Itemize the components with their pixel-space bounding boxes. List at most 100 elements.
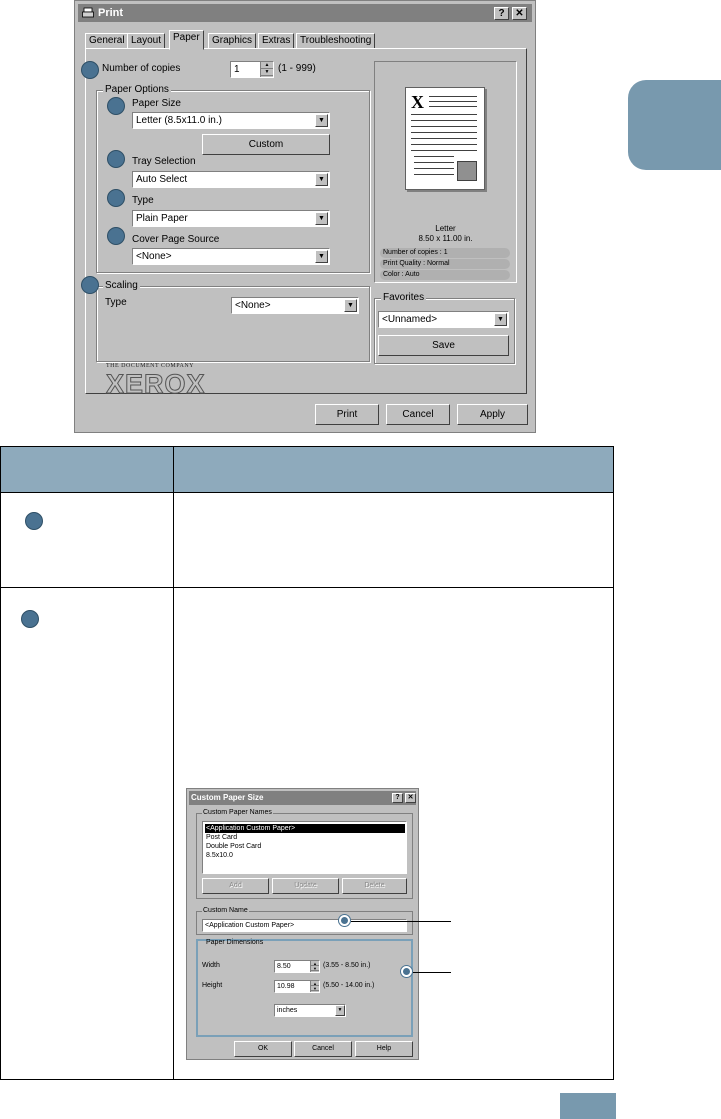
custom-names-group: Custom Paper Names <Application Custom P… xyxy=(196,809,413,899)
chapter-side-tab xyxy=(628,80,721,170)
paper-dimensions-title: Paper Dimensions xyxy=(206,939,264,946)
units-value: inches xyxy=(277,1007,298,1014)
preview-info-color: Color : Auto xyxy=(380,270,510,280)
callout-marker xyxy=(339,915,350,926)
close-button[interactable]: ✕ xyxy=(512,7,527,20)
preview-size-name: Letter xyxy=(435,224,456,233)
height-stepper[interactable]: 10.98 ▲ ▼ xyxy=(274,980,320,993)
stepper-buttons[interactable]: ▲ ▼ xyxy=(310,961,319,972)
tab-layout[interactable]: Layout xyxy=(127,33,166,49)
delete-button[interactable]: Delete xyxy=(342,878,407,894)
dropdown-arrow-icon[interactable]: ▼ xyxy=(344,299,357,312)
copies-stepper[interactable]: 1 ▲ ▼ xyxy=(230,61,274,78)
pointer-line xyxy=(413,972,451,973)
custom-dialog-title: Custom Paper Size xyxy=(191,793,264,802)
help-text-button[interactable]: Help xyxy=(355,1041,413,1057)
scaling-type-select[interactable]: <None> ▼ xyxy=(231,297,359,314)
printer-icon xyxy=(82,7,94,18)
custom-names-list[interactable]: <Application Custom Paper> Post Card Dou… xyxy=(202,821,407,874)
pointer-line xyxy=(351,921,451,922)
paper-size-select[interactable]: Letter (8.5x11.0 in.) ▼ xyxy=(132,112,330,129)
callout-marker xyxy=(107,227,125,245)
scaling-type-value: <None> xyxy=(235,300,271,311)
scaling-type-label: Type xyxy=(105,297,127,308)
favorites-value: <Unnamed> xyxy=(382,314,438,325)
cancel-button[interactable]: Cancel xyxy=(386,404,450,425)
column-divider xyxy=(173,447,174,1079)
paper-preview: X Letter 8.50 x 11.00 in. Number of copi xyxy=(374,61,517,283)
dialog-title-bar: Print ? ✕ xyxy=(78,4,532,22)
favorites-title: Favorites xyxy=(381,292,427,303)
height-range: (5.50 - 14.00 in.) xyxy=(323,982,375,989)
tray-select[interactable]: Auto Select ▼ xyxy=(132,171,330,188)
callout-marker xyxy=(81,61,99,79)
custom-dialog-title-bar: Custom Paper Size ? ✕ xyxy=(189,791,416,805)
close-button[interactable]: ✕ xyxy=(405,793,416,803)
width-stepper[interactable]: 8.50 ▲ ▼ xyxy=(274,960,320,973)
tray-label: Tray Selection xyxy=(132,156,196,167)
paper-options-group: Paper Options Paper Size Letter (8.5x11.… xyxy=(96,84,370,273)
print-button[interactable]: Print xyxy=(315,404,379,425)
page-image-icon xyxy=(457,161,477,181)
list-item[interactable]: Double Post Card xyxy=(205,842,261,851)
dropdown-arrow-icon[interactable]: ▼ xyxy=(335,1005,345,1016)
tab-troubleshooting[interactable]: Troubleshooting xyxy=(296,33,376,49)
ok-button[interactable]: OK xyxy=(234,1041,292,1057)
type-select[interactable]: Plain Paper ▼ xyxy=(132,210,330,227)
callout-marker xyxy=(81,276,99,294)
stepper-buttons[interactable]: ▲ ▼ xyxy=(260,62,273,77)
update-button[interactable]: Update xyxy=(272,878,339,894)
dropdown-arrow-icon[interactable]: ▼ xyxy=(315,114,328,127)
copies-value: 1 xyxy=(234,64,240,75)
width-label: Width xyxy=(202,962,220,969)
dropdown-arrow-icon[interactable]: ▼ xyxy=(494,313,507,326)
cancel-button[interactable]: Cancel xyxy=(294,1041,352,1057)
callout-marker xyxy=(107,97,125,115)
units-select[interactable]: inches ▼ xyxy=(274,1004,346,1017)
save-button[interactable]: Save xyxy=(378,335,509,356)
paper-tab-panel: Number of copies 1 ▲ ▼ (1 - 999) Paper Op… xyxy=(81,48,527,400)
custom-name-title: Custom Name xyxy=(202,907,249,914)
dropdown-arrow-icon[interactable]: ▼ xyxy=(315,173,328,186)
list-item[interactable]: 8.5x10.0 xyxy=(205,851,233,860)
tab-extras[interactable]: Extras xyxy=(258,33,295,49)
help-button[interactable]: ? xyxy=(494,7,509,20)
custom-paper-dialog: Custom Paper Size ? ✕ Custom Paper Names… xyxy=(186,788,419,1060)
favorites-group: Favorites <Unnamed> ▼ Save xyxy=(374,292,515,364)
custom-names-title: Custom Paper Names xyxy=(202,809,273,816)
list-item[interactable]: Post Card xyxy=(205,833,237,842)
tab-graphics[interactable]: Graphics xyxy=(208,33,257,49)
width-range: (3.55 - 8.50 in.) xyxy=(323,962,371,969)
tab-paper[interactable]: Paper xyxy=(169,30,204,50)
width-value: 8.50 xyxy=(277,963,291,970)
cover-select[interactable]: <None> ▼ xyxy=(132,248,330,265)
paper-dimensions-group: Paper Dimensions Width 8.50 ▲ ▼ (3.55 - 8… xyxy=(199,939,410,1034)
page-letter: X xyxy=(411,92,424,112)
help-button[interactable]: ? xyxy=(392,793,403,803)
dropdown-arrow-icon[interactable]: ▼ xyxy=(315,212,328,225)
custom-name-group: Custom Name <Application Custom Paper> xyxy=(196,907,413,935)
dropdown-arrow-icon[interactable]: ▼ xyxy=(315,250,328,263)
cover-label: Cover Page Source xyxy=(132,234,220,245)
tray-value: Auto Select xyxy=(136,174,188,185)
copies-label: Number of copies xyxy=(102,63,181,74)
callout-marker xyxy=(401,966,412,977)
stepper-buttons[interactable]: ▲ ▼ xyxy=(310,981,319,992)
cover-value: <None> xyxy=(136,251,172,262)
callout-marker xyxy=(107,189,125,207)
callout-marker xyxy=(21,610,39,628)
page-number-tab xyxy=(560,1093,616,1119)
add-button[interactable]: Add xyxy=(202,878,269,894)
row-divider xyxy=(1,587,613,588)
scaling-title: Scaling xyxy=(103,280,140,291)
list-item[interactable]: <Application Custom Paper> xyxy=(205,824,405,833)
custom-button[interactable]: Custom xyxy=(202,134,330,155)
tab-general[interactable]: General xyxy=(85,33,129,49)
preview-info-quality: Print Quality : Normal xyxy=(380,259,510,269)
xerox-logo: XEROX xyxy=(106,369,206,400)
paper-options-title: Paper Options xyxy=(103,84,171,95)
callout-marker xyxy=(25,512,43,530)
apply-button[interactable]: Apply xyxy=(457,404,528,425)
dialog-title: Print xyxy=(98,7,124,19)
favorites-select[interactable]: <Unnamed> ▼ xyxy=(378,311,509,328)
